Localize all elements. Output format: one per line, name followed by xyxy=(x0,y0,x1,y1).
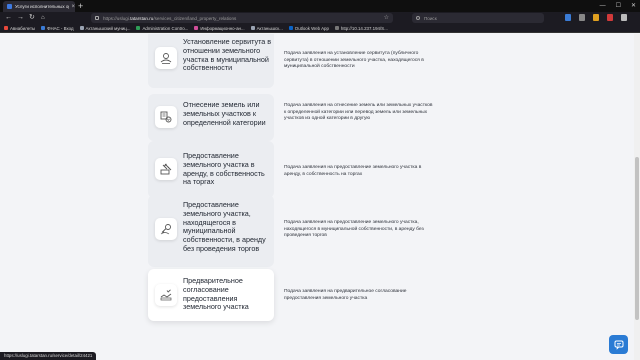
chat-icon xyxy=(614,340,623,350)
service-item: Отнесение земель или земельных участков … xyxy=(148,94,628,141)
bookmark-favicon-icon xyxy=(288,26,293,30)
service-card[interactable]: Установление сервитута в отношении земел… xyxy=(148,34,274,88)
bookmark-favicon-icon xyxy=(41,26,46,30)
service-description: Подача заявления на предоставление земел… xyxy=(284,220,424,239)
service-card[interactable]: Отнесение земель или земельных участков … xyxy=(148,94,274,141)
service-item: Предоставление земельного участка в арен… xyxy=(148,141,628,198)
bookmark-label: ФНАС - Вход xyxy=(47,25,74,31)
bookmark-item[interactable]: Outlook Web App xyxy=(288,25,329,31)
url-path: /services_citizen/land_property_relation… xyxy=(153,15,237,21)
extension-toolbar xyxy=(565,14,627,21)
close-window-icon[interactable]: ✕ xyxy=(631,1,636,11)
bookmark-label: Актанышск... xyxy=(256,25,283,31)
bookmark-item[interactable]: Актанышский муниц... xyxy=(79,25,131,31)
service-description: Подача заявления на предоставление земел… xyxy=(284,165,422,177)
url-text: https://uslugi.tatarstan.ru/services_cit… xyxy=(103,16,236,21)
search-icon xyxy=(416,16,420,20)
home-icon[interactable]: ⌂ xyxy=(41,13,45,23)
bookmark-favicon-icon xyxy=(194,26,199,30)
back-arrow-icon[interactable]: ← xyxy=(5,13,12,23)
bookmark-star-icon[interactable]: ☆ xyxy=(384,13,389,23)
service-description: Подача заявления на установление сервиту… xyxy=(284,51,424,70)
service-card[interactable]: Предварительное согласование предоставле… xyxy=(148,269,274,321)
address-bar[interactable]: https://uslugi.tatarstan.ru/services_cit… xyxy=(91,13,393,23)
maximize-icon[interactable]: ☐ xyxy=(616,1,621,11)
tab-strip: Услуги исполнительных органов Республики… xyxy=(0,0,640,12)
bookmark-label: http://10.14.237.194/S... xyxy=(340,25,388,31)
bookmark-item[interactable]: Administration Contro... xyxy=(136,26,188,31)
bookmark-favicon-icon xyxy=(250,26,255,30)
bookmark-item[interactable]: Актанышск... xyxy=(250,25,283,31)
reload-icon[interactable]: ↻ xyxy=(29,13,35,23)
extension-icon[interactable] xyxy=(607,14,613,21)
page-content: Установление сервитута в отношении земел… xyxy=(0,34,634,360)
status-url-preview: https://uslugi.tatarstan.ru/service/deta… xyxy=(0,352,97,360)
scrollbar-thumb[interactable] xyxy=(635,157,639,320)
service-title: Установление сервитута в отношении земел… xyxy=(183,37,272,73)
search-placeholder: Поиск xyxy=(424,15,437,21)
forward-arrow-icon[interactable]: → xyxy=(17,13,24,23)
auction-icon xyxy=(155,158,177,180)
bookmark-favicon-icon xyxy=(79,26,84,30)
page-scrollbar[interactable] xyxy=(634,34,640,360)
bookmark-label: Информационно-ан... xyxy=(200,25,245,31)
land-lease-icon xyxy=(155,218,177,240)
service-title: Предоставление земельного участка в арен… xyxy=(183,151,265,187)
service-card[interactable]: Предоставление земельного участка, наход… xyxy=(148,195,274,267)
extension-icon[interactable] xyxy=(565,14,571,21)
bookmark-favicon-icon xyxy=(334,26,339,30)
bookmark-item[interactable]: Авиабилеты xyxy=(4,26,35,31)
window-controls: — ☐ ✕ xyxy=(600,1,636,11)
bookmarks-toolbar: Авиабилеты ФНАС - Вход Актанышский муниц..… xyxy=(0,24,640,33)
site-favicon-icon xyxy=(7,4,12,9)
minimize-icon[interactable]: — xyxy=(600,1,606,11)
service-card[interactable]: Предоставление земельного участка в арен… xyxy=(148,141,274,198)
land-category-icon xyxy=(155,106,177,128)
service-title: Предоставление земельного участка, наход… xyxy=(183,200,266,253)
approval-icon xyxy=(155,284,177,306)
servitude-icon xyxy=(155,47,177,69)
tab-title: Услуги исполнительных органов Республики… xyxy=(15,4,69,9)
service-item: Предоставление земельного участка, наход… xyxy=(148,195,628,268)
lock-icon xyxy=(95,16,99,20)
bookmark-favicon-icon xyxy=(136,26,141,30)
search-input[interactable]: Поиск xyxy=(412,13,544,23)
service-title: Предварительное согласование предоставле… xyxy=(183,276,249,312)
menu-icon[interactable] xyxy=(621,14,627,21)
service-item: Предварительное согласование предоставле… xyxy=(148,269,628,321)
bookmark-label: Авиабилеты xyxy=(10,25,36,31)
bookmark-favicon-icon xyxy=(4,26,8,30)
browser-tab[interactable]: Услуги исполнительных органов Республики… xyxy=(3,1,75,12)
bookmark-item[interactable]: ФНАС - Вход xyxy=(41,25,74,31)
close-tab-icon[interactable]: × xyxy=(71,4,75,10)
navigation-bar: ← → ↻ ⌂ https://uslugi.tatarstan.ru/serv… xyxy=(0,12,640,24)
new-tab-button[interactable]: + xyxy=(78,1,83,11)
bookmark-item[interactable]: http://10.14.237.194/S... xyxy=(334,25,388,31)
extension-icon[interactable] xyxy=(593,14,599,21)
bookmark-label: Administration Contro... xyxy=(142,25,189,31)
downloads-icon[interactable] xyxy=(579,14,585,21)
service-description: Подача заявления на отнесение земель или… xyxy=(284,103,433,122)
browser-window: Услуги исполнительных органов Республики… xyxy=(0,0,640,360)
service-description: Подача заявления на предварительное согл… xyxy=(284,289,407,301)
bookmark-label: Актанышский муниц... xyxy=(85,25,131,31)
service-item: Установление сервитута в отношении земел… xyxy=(148,34,628,92)
url-prefix: https://uslugi. xyxy=(103,15,131,21)
bookmark-label: Outlook Web App xyxy=(294,25,329,31)
chat-button[interactable] xyxy=(609,335,628,354)
bookmark-item[interactable]: Информационно-ан... xyxy=(194,25,245,31)
service-title: Отнесение земель или земельных участков … xyxy=(183,100,266,127)
url-domain: tatarstan.ru xyxy=(130,15,154,21)
